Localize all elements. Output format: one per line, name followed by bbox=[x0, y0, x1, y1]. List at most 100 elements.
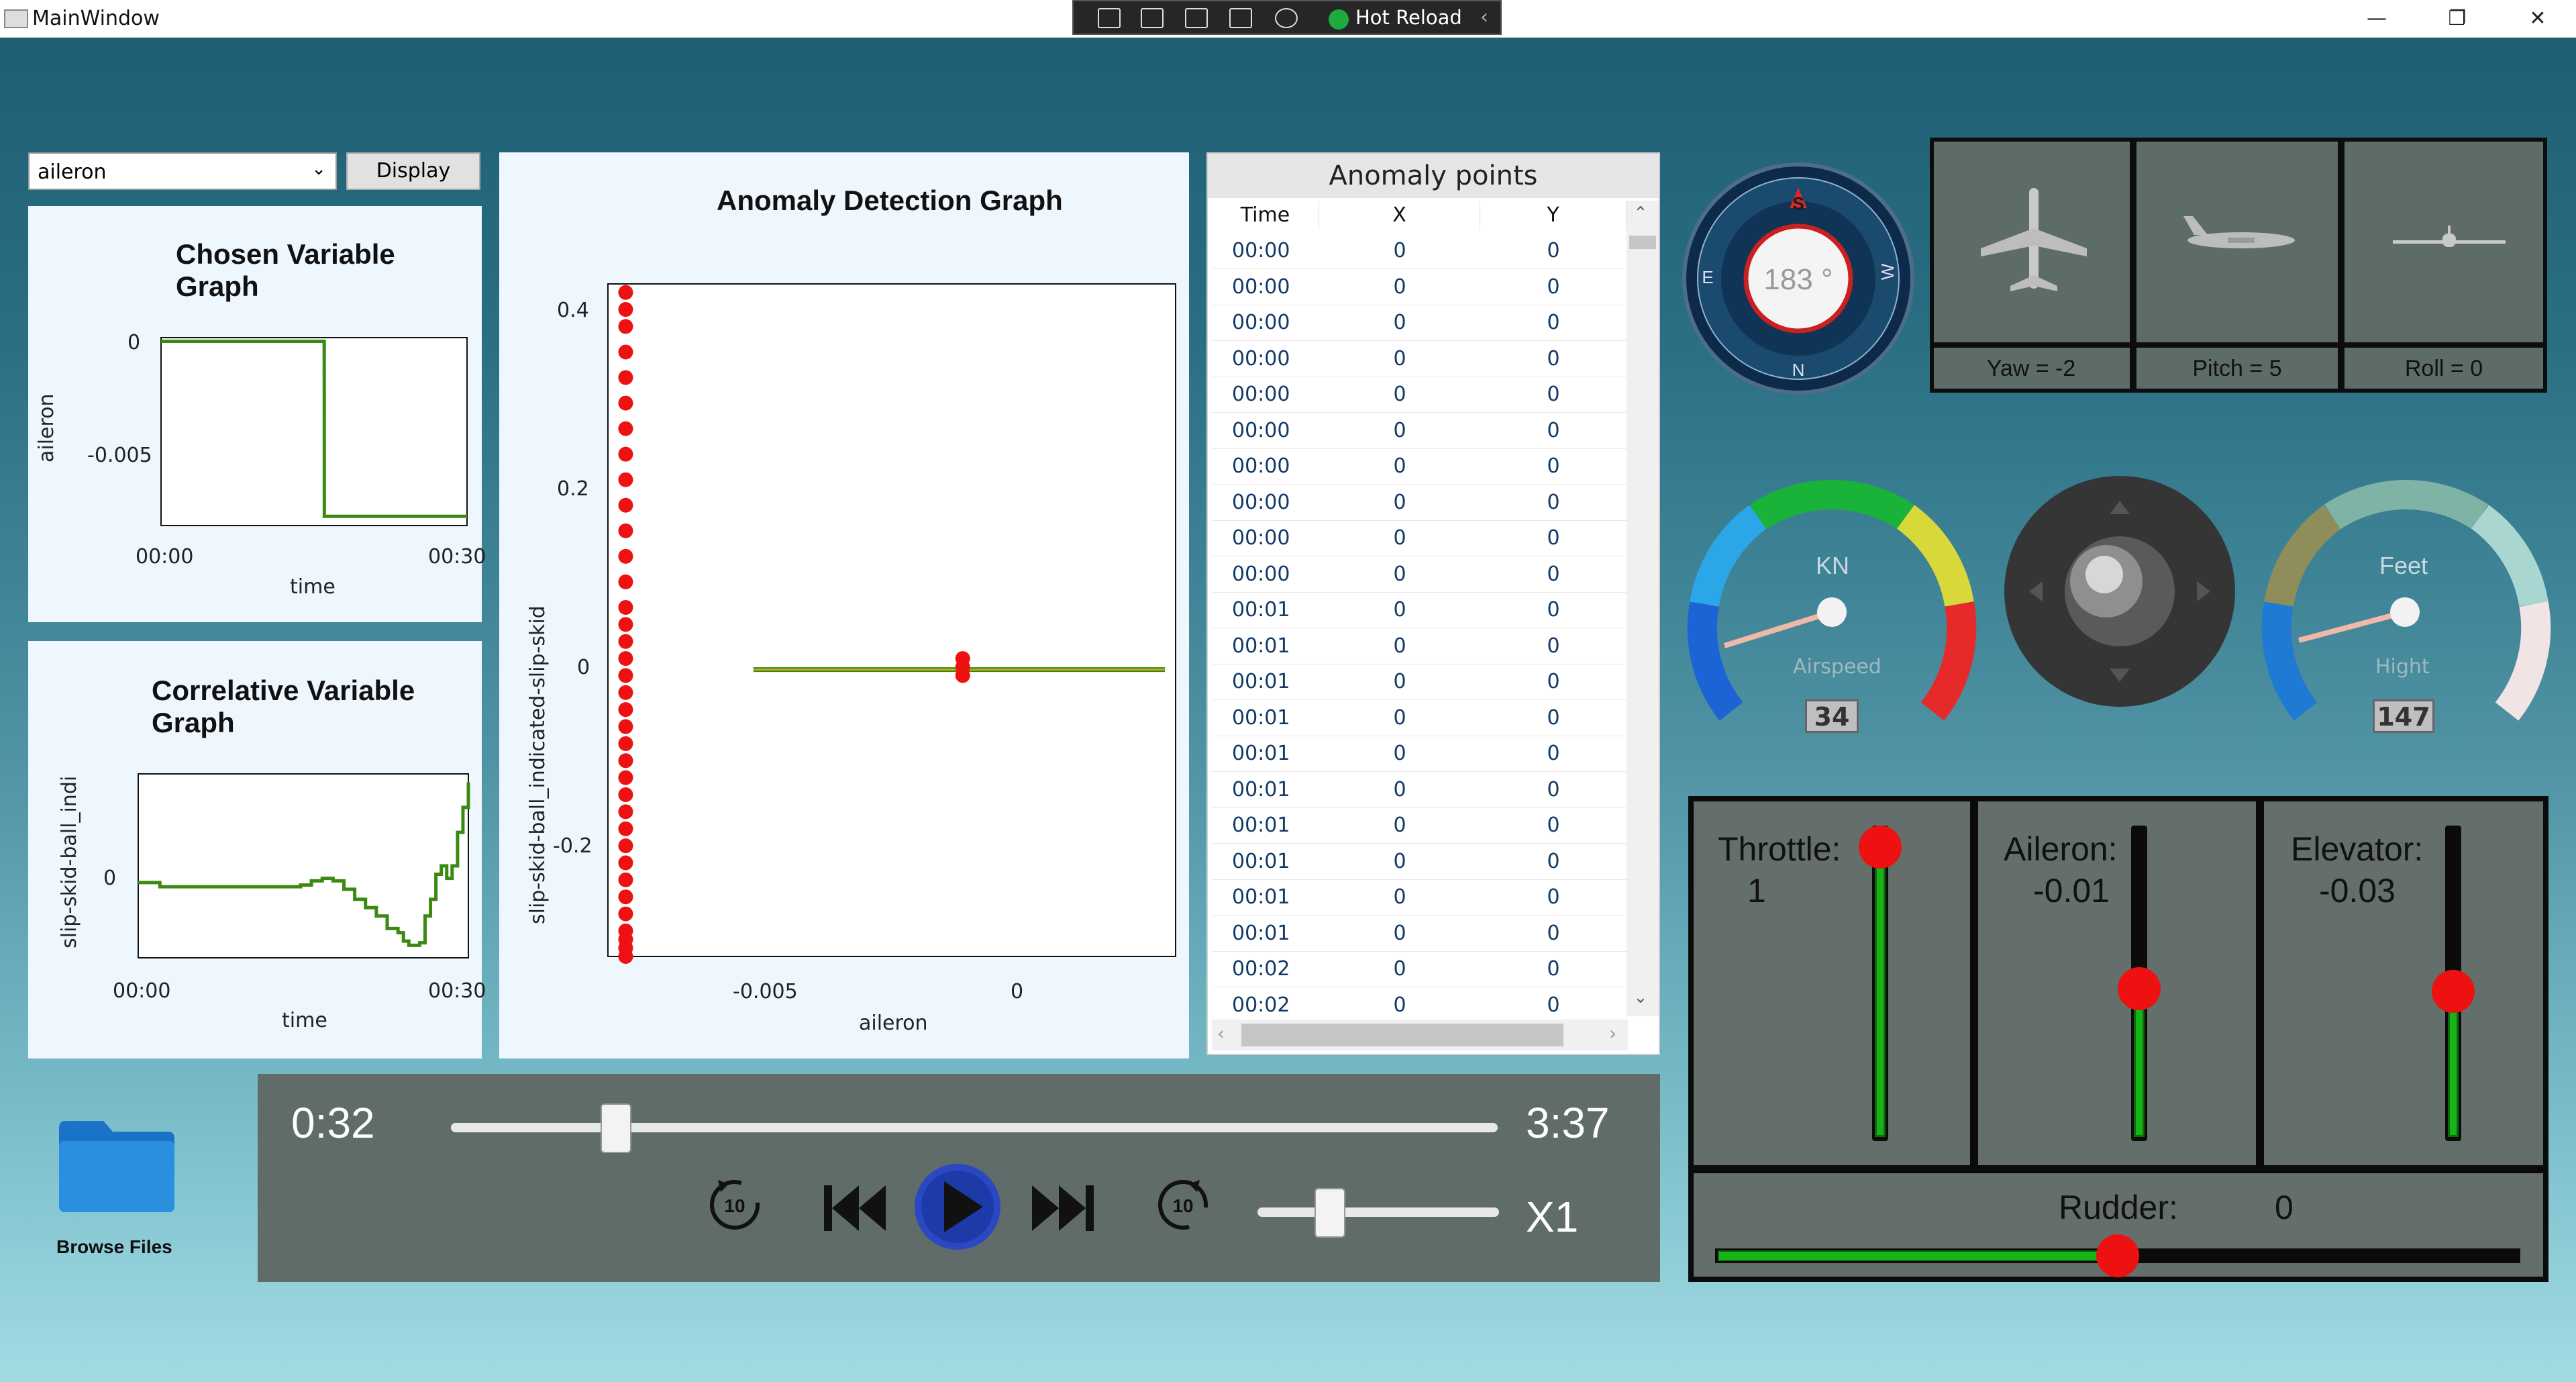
table-row[interactable]: 00:01 0 0 bbox=[1212, 844, 1628, 880]
anomaly-ytick-1: 0.2 bbox=[557, 477, 589, 501]
table-row[interactable]: 00:01 0 0 bbox=[1212, 700, 1628, 736]
correlative-xtick-0: 00:00 bbox=[113, 979, 171, 1003]
table-row[interactable]: 00:00 0 0 bbox=[1212, 520, 1628, 556]
scroll-left-icon[interactable]: ‹ bbox=[1217, 1022, 1225, 1044]
y-cell: 0 bbox=[1547, 993, 1560, 1017]
xaml-debug-toolbar: Hot Reload ‹ bbox=[1072, 0, 1502, 35]
rewind-10-icon[interactable]: 10 bbox=[705, 1175, 765, 1235]
x-cell: 0 bbox=[1393, 562, 1406, 586]
elevator-knob[interactable] bbox=[2432, 970, 2475, 1014]
time-cell: 00:00 bbox=[1232, 418, 1290, 442]
rudder-knob[interactable] bbox=[2096, 1234, 2139, 1277]
minimize-button[interactable]: — bbox=[2350, 4, 2404, 34]
elevator-slider[interactable] bbox=[2432, 826, 2475, 1141]
anomaly-point bbox=[618, 319, 633, 334]
time-cell: 00:01 bbox=[1232, 670, 1290, 693]
attitude-divider bbox=[2130, 138, 2136, 393]
scroll-down-icon[interactable]: ⌄ bbox=[1633, 987, 1648, 1007]
column-header-y[interactable]: Y bbox=[1480, 201, 1627, 230]
table-row[interactable]: 00:00 0 0 bbox=[1212, 305, 1628, 341]
anomaly-point bbox=[618, 497, 633, 513]
table-row[interactable]: 00:00 0 0 bbox=[1212, 377, 1628, 413]
y-cell: 0 bbox=[1547, 526, 1560, 550]
table-row[interactable]: 00:02 0 0 bbox=[1212, 951, 1628, 987]
table-row[interactable]: 00:01 0 0 bbox=[1212, 807, 1628, 844]
timeline-slider[interactable] bbox=[451, 1103, 1498, 1153]
table-row[interactable]: 00:00 0 0 bbox=[1212, 233, 1628, 269]
speed-thumb[interactable] bbox=[1314, 1188, 1345, 1238]
table-row[interactable]: 00:00 0 0 bbox=[1212, 269, 1628, 305]
display-button[interactable]: Display bbox=[346, 152, 480, 190]
table-row[interactable]: 00:00 0 0 bbox=[1212, 556, 1628, 593]
horizontal-scroll-thumb[interactable] bbox=[1241, 1024, 1563, 1046]
hot-reload-status-icon bbox=[1329, 9, 1349, 30]
vertical-scroll-thumb[interactable] bbox=[1629, 236, 1656, 249]
time-cell: 00:00 bbox=[1232, 383, 1290, 406]
time-cell: 00:02 bbox=[1232, 993, 1290, 1017]
binding-failures-icon[interactable] bbox=[1275, 8, 1298, 28]
table-row[interactable]: 00:02 0 0 bbox=[1212, 987, 1628, 1024]
select-element-icon[interactable] bbox=[1141, 8, 1164, 28]
table-row[interactable]: 00:01 0 0 bbox=[1212, 772, 1628, 808]
table-row[interactable]: 00:01 0 0 bbox=[1212, 879, 1628, 916]
table-row[interactable]: 00:00 0 0 bbox=[1212, 448, 1628, 485]
total-time: 3:37 bbox=[1526, 1099, 1610, 1147]
table-row[interactable]: 00:01 0 0 bbox=[1212, 664, 1628, 700]
browse-files-button[interactable]: Browse Files bbox=[40, 1101, 188, 1269]
x-cell: 0 bbox=[1393, 346, 1406, 371]
altimeter-label: Hight bbox=[2375, 655, 2430, 679]
chosen-ytick-0: 0 bbox=[127, 331, 141, 354]
live-tree-icon[interactable] bbox=[1098, 8, 1121, 28]
y-cell: 0 bbox=[1547, 921, 1560, 945]
table-row[interactable]: 00:01 0 0 bbox=[1212, 592, 1628, 628]
rudder-slider[interactable] bbox=[1715, 1232, 2520, 1279]
throttle-slider[interactable] bbox=[1859, 826, 1902, 1141]
browse-files-label: Browse Files bbox=[56, 1236, 172, 1257]
table-row[interactable]: 00:00 0 0 bbox=[1212, 413, 1628, 449]
speed-slider[interactable] bbox=[1257, 1188, 1499, 1238]
table-row[interactable]: 00:01 0 0 bbox=[1212, 916, 1628, 952]
scroll-right-icon[interactable]: › bbox=[1609, 1022, 1616, 1044]
collapse-toolbar-icon[interactable]: ‹ bbox=[1480, 5, 1488, 29]
time-cell: 00:01 bbox=[1232, 813, 1290, 837]
skip-forward-icon[interactable] bbox=[1029, 1181, 1096, 1235]
table-row[interactable]: 00:01 0 0 bbox=[1212, 628, 1628, 664]
restore-button[interactable]: ❐ bbox=[2430, 4, 2484, 34]
aileron-value: -0.01 bbox=[2033, 872, 2110, 909]
anomaly-point bbox=[955, 668, 970, 683]
pitch-label: Pitch = 5 bbox=[2192, 356, 2282, 381]
column-header-x[interactable]: X bbox=[1319, 201, 1480, 230]
scroll-up-icon[interactable]: ⌃ bbox=[1633, 203, 1648, 224]
anomaly-points-table[interactable]: Anomaly points Time X Y 00:00 0 0 00:00 0 0 00… bbox=[1206, 152, 1660, 1055]
anomaly-point bbox=[618, 889, 633, 905]
table-horizontal-scrollbar[interactable]: ‹ › bbox=[1212, 1020, 1628, 1050]
anomaly-point bbox=[618, 719, 633, 734]
table-row[interactable]: 00:00 0 0 bbox=[1212, 341, 1628, 377]
skip-back-icon[interactable] bbox=[821, 1181, 888, 1235]
throttle-knob[interactable] bbox=[1859, 826, 1902, 869]
hot-reload-label[interactable]: Hot Reload bbox=[1355, 5, 1516, 30]
y-cell: 0 bbox=[1547, 957, 1560, 981]
forward-10-icon[interactable]: 10 bbox=[1153, 1175, 1213, 1235]
table-row[interactable]: 00:01 0 0 bbox=[1212, 736, 1628, 772]
play-button[interactable] bbox=[912, 1161, 1003, 1252]
x-cell: 0 bbox=[1393, 598, 1406, 622]
joystick[interactable] bbox=[2002, 474, 2237, 709]
close-button[interactable]: ✕ bbox=[2511, 4, 2565, 34]
aileron-slider[interactable] bbox=[2118, 826, 2161, 1141]
column-header-time[interactable]: Time bbox=[1212, 201, 1319, 230]
chosen-xtick-1: 00:30 bbox=[428, 545, 486, 569]
timeline-thumb[interactable] bbox=[600, 1103, 631, 1153]
table-vertical-scrollbar[interactable]: ⌃ ⌄ bbox=[1627, 201, 1659, 1016]
table-row[interactable]: 00:00 0 0 bbox=[1212, 485, 1628, 521]
aileron-knob[interactable] bbox=[2118, 967, 2161, 1011]
track-focus-icon[interactable] bbox=[1229, 8, 1252, 28]
anomaly-point bbox=[618, 906, 633, 922]
anomaly-point bbox=[618, 872, 633, 887]
time-cell: 00:01 bbox=[1232, 921, 1290, 945]
svg-text:N: N bbox=[1792, 360, 1805, 380]
layout-adorner-icon[interactable] bbox=[1185, 8, 1208, 28]
variable-dropdown[interactable]: aileron ⌄ bbox=[28, 152, 337, 190]
x-cell: 0 bbox=[1393, 383, 1406, 406]
x-cell: 0 bbox=[1393, 490, 1406, 514]
